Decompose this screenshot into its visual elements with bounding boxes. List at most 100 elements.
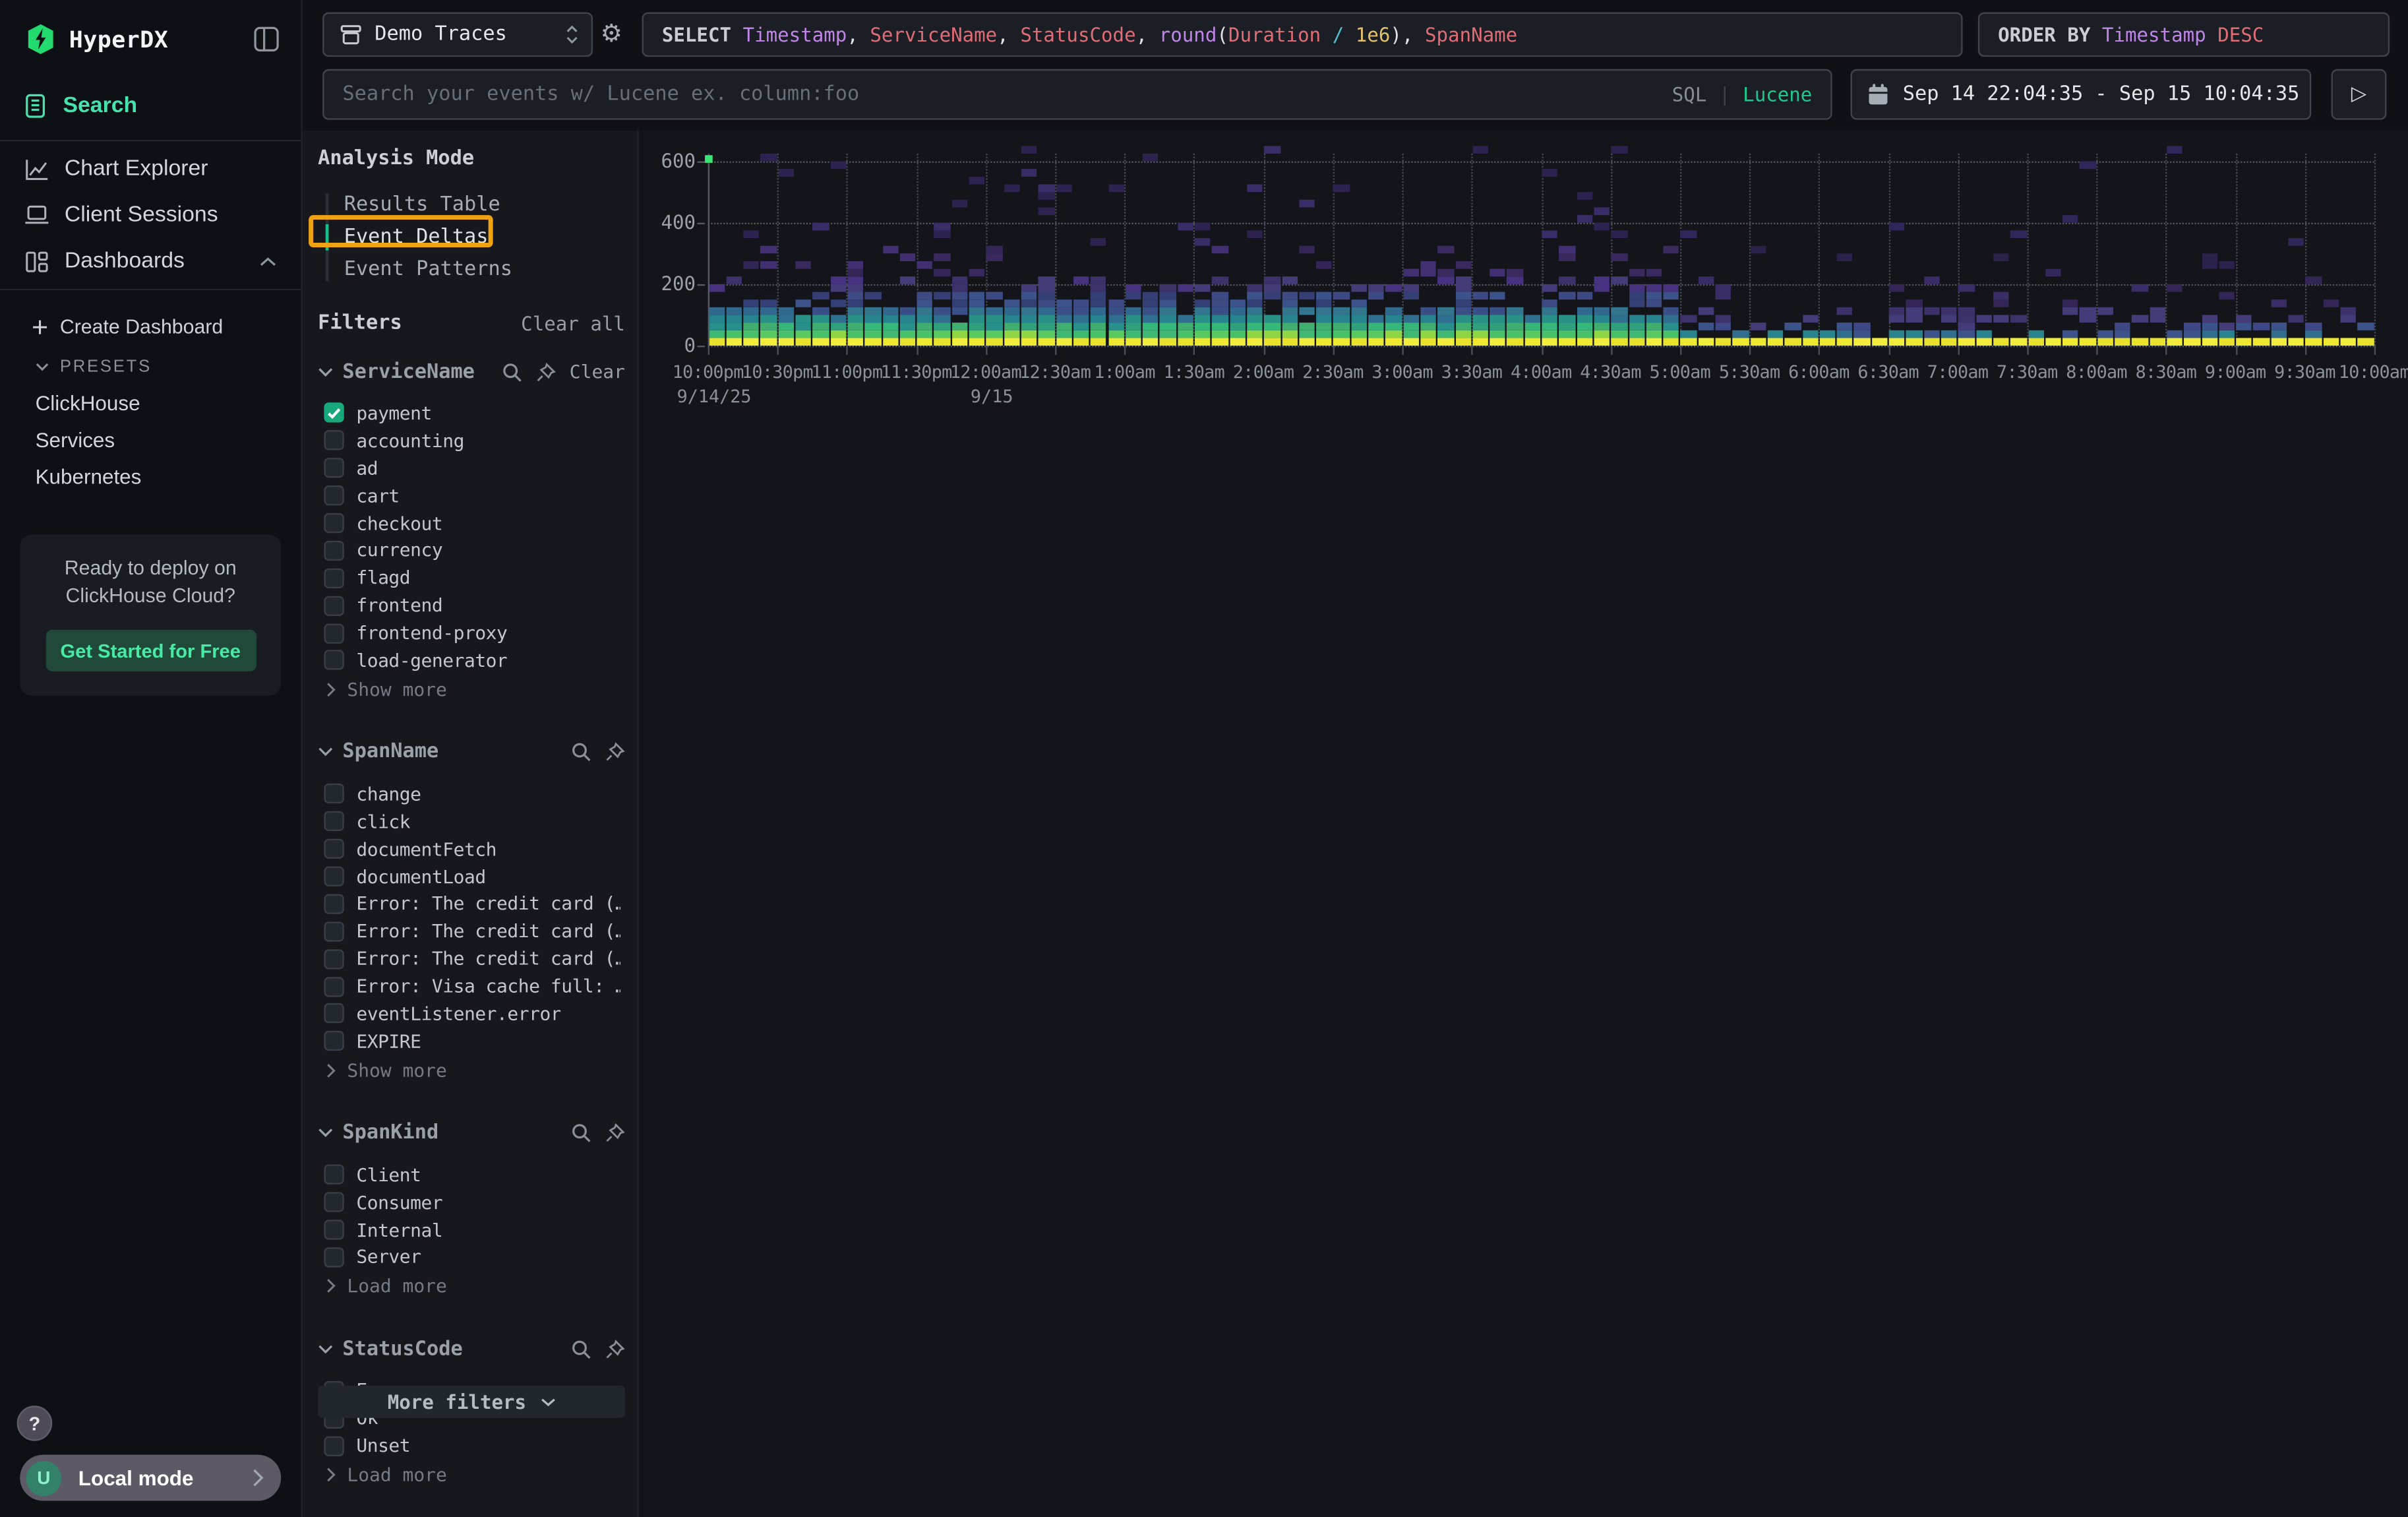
checkbox[interactable] [324, 949, 344, 969]
heatmap-cell [848, 300, 864, 307]
time-range-picker[interactable]: Sep 14 22:04:35 - Sep 15 10:04:35 [1851, 69, 2312, 120]
filter-option[interactable]: ad [318, 454, 625, 482]
checkbox[interactable] [324, 1165, 344, 1185]
filter-option[interactable]: currency [318, 537, 625, 565]
avatar: U [26, 1460, 62, 1496]
pin-icon[interactable] [536, 362, 556, 382]
sidebar-item-search[interactable]: Search [0, 80, 301, 140]
filter-option[interactable]: Error: Visa cache full: … [318, 973, 625, 1001]
checkbox[interactable] [324, 458, 344, 478]
show-more-link[interactable]: Load more [318, 1461, 625, 1489]
checkbox-checked[interactable] [324, 403, 344, 423]
chevron-up-icon[interactable] [260, 256, 277, 266]
presets-toggle[interactable]: PRESETS [0, 347, 301, 384]
checkbox[interactable] [324, 1247, 344, 1267]
checkbox[interactable] [324, 568, 344, 588]
checkbox[interactable] [324, 894, 344, 913]
show-more-link[interactable]: Show more [318, 676, 625, 704]
filter-option[interactable]: EXPIRE [318, 1028, 625, 1055]
checkbox[interactable] [324, 650, 344, 670]
search-icon[interactable] [571, 1123, 591, 1143]
checkbox[interactable] [324, 921, 344, 941]
facet-clear-button[interactable]: Clear [570, 361, 625, 383]
filter-option[interactable]: accounting [318, 427, 625, 454]
lucene-toggle[interactable]: Lucene [1743, 83, 1812, 106]
duration-heatmap-chart[interactable]: 10:00pm10:30pm11:00pm11:30pm12:00am12:30… [640, 131, 2408, 1517]
filter-option[interactable]: Error: The credit card (… [318, 945, 625, 973]
filter-option[interactable]: flagd [318, 565, 625, 592]
sidebar-item-services[interactable]: Services [0, 421, 301, 458]
checkbox[interactable] [324, 976, 344, 996]
filter-option[interactable]: Internal [318, 1216, 625, 1244]
filter-option[interactable]: documentLoad [318, 863, 625, 890]
analysis-mode-option[interactable]: Event Patterns [326, 253, 625, 286]
filter-option[interactable]: change [318, 780, 625, 808]
filter-option[interactable]: frontend-proxy [318, 619, 625, 647]
filter-option[interactable]: click [318, 808, 625, 836]
sidebar-item-dashboards[interactable]: Dashboards [0, 238, 301, 284]
pin-icon[interactable] [605, 743, 625, 762]
analysis-mode-option[interactable]: Results Table [326, 189, 625, 221]
show-more-link[interactable]: Load more [318, 1272, 625, 1300]
analysis-mode-option[interactable]: Event Deltas [326, 221, 625, 253]
checkbox[interactable] [324, 1004, 344, 1024]
source-select[interactable]: Demo Traces [322, 13, 593, 57]
heatmap-cell [1073, 308, 1089, 315]
sidebar-item-kubernetes[interactable]: Kubernetes [0, 458, 301, 495]
sidebar-collapse-icon[interactable] [253, 26, 280, 53]
filter-option[interactable]: eventListener.error [318, 1000, 625, 1028]
filter-option[interactable]: Error: The credit card (… [318, 890, 625, 918]
filter-option-label: Error: The credit card (… [356, 921, 620, 943]
checkbox[interactable] [324, 1032, 344, 1051]
heatmap-cell [1420, 331, 1436, 338]
sidebar-item-client-sessions[interactable]: Client Sessions [0, 192, 301, 238]
search-input[interactable] [324, 83, 1671, 106]
more-filters-button[interactable]: More filters [318, 1386, 625, 1418]
filter-option[interactable]: load-generator [318, 647, 625, 675]
filter-option[interactable]: payment [318, 400, 625, 427]
select-query-input[interactable]: SELECT Timestamp, ServiceName, StatusCod… [642, 13, 1963, 57]
filter-option[interactable]: cart [318, 482, 625, 510]
filter-option[interactable]: checkout [318, 509, 625, 537]
filter-option[interactable]: Unset [318, 1432, 625, 1460]
filter-option[interactable]: documentFetch [318, 835, 625, 863]
promo-line-2: ClickHouse Cloud? [32, 582, 269, 610]
search-icon[interactable] [571, 743, 591, 762]
local-mode-button[interactable]: U Local mode [20, 1455, 281, 1501]
filter-option[interactable]: Consumer [318, 1189, 625, 1216]
checkbox[interactable] [324, 867, 344, 886]
filter-option[interactable]: frontend [318, 592, 625, 619]
checkbox[interactable] [324, 839, 344, 859]
sql-toggle[interactable]: SQL [1672, 83, 1707, 106]
checkbox[interactable] [324, 1192, 344, 1212]
checkbox[interactable] [324, 431, 344, 450]
gear-icon[interactable]: ⚙ [601, 15, 622, 52]
checkbox[interactable] [324, 623, 344, 643]
sidebar-item-clickhouse[interactable]: ClickHouse [0, 384, 301, 421]
search-icon[interactable] [571, 1340, 591, 1359]
search-icon[interactable] [502, 362, 522, 382]
help-button[interactable]: ? [17, 1406, 53, 1441]
checkbox[interactable] [324, 596, 344, 615]
filter-option[interactable]: Client [318, 1161, 625, 1189]
get-started-button[interactable]: Get Started for Free [45, 630, 256, 671]
heatmap-cell [813, 292, 829, 299]
pin-icon[interactable] [605, 1340, 625, 1359]
heatmap-cell [1524, 323, 1540, 330]
orderby-input[interactable]: ORDER BY Timestamp DESC [1978, 13, 2390, 57]
pin-icon[interactable] [605, 1123, 625, 1143]
checkbox[interactable] [324, 784, 344, 804]
filter-option[interactable]: Server [318, 1243, 625, 1271]
clear-all-button[interactable]: Clear all [521, 312, 625, 335]
checkbox[interactable] [324, 1220, 344, 1239]
show-more-link[interactable]: Show more [318, 1057, 625, 1084]
checkbox[interactable] [324, 485, 344, 505]
checkbox[interactable] [324, 513, 344, 533]
sidebar-item-chart-explorer[interactable]: Chart Explorer [0, 146, 301, 192]
checkbox[interactable] [324, 1436, 344, 1456]
checkbox[interactable] [324, 811, 344, 831]
run-query-button[interactable]: ▷ [2332, 69, 2387, 120]
filter-option[interactable]: Error: The credit card (… [318, 917, 625, 945]
checkbox[interactable] [324, 541, 344, 561]
create-dashboard-button[interactable]: Create Dashboard [0, 305, 301, 347]
